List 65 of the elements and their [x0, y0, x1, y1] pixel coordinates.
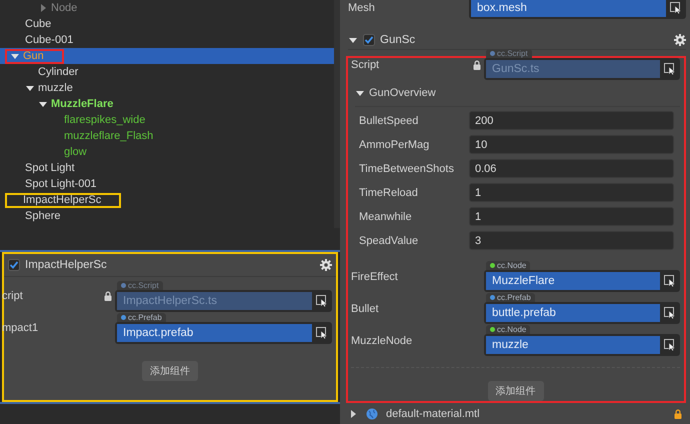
enabled-checkbox[interactable]: [363, 34, 375, 46]
settings-icon[interactable]: [320, 259, 332, 271]
component-title: ImpactHelperSc: [25, 259, 108, 271]
enabled-checkbox[interactable]: [8, 259, 20, 271]
type-tag: cc.Node: [486, 261, 530, 270]
pick-target-icon[interactable]: [664, 339, 676, 352]
property-label: TimeBetweenShots: [359, 162, 455, 175]
property-label: FireEffect: [351, 270, 399, 283]
pick-target-icon[interactable]: [664, 307, 676, 320]
tree-item[interactable]: Cube: [24, 18, 52, 30]
object-field[interactable]: Impact.prefab: [117, 324, 312, 342]
tree-item[interactable]: Node: [50, 2, 78, 14]
object-field[interactable]: box.mesh: [471, 0, 666, 17]
tree-item[interactable]: Cylinder: [37, 66, 78, 78]
tree-item[interactable]: MuzzleFlare: [50, 98, 114, 110]
component-title: GunSc: [380, 34, 416, 46]
tree-item[interactable]: glow: [63, 146, 87, 158]
lock-icon: [102, 290, 114, 302]
object-field[interactable]: MuzzleFlare: [486, 272, 660, 290]
lock-icon: [470, 58, 482, 71]
number-field[interactable]: 1: [469, 183, 674, 202]
property-label: TimeReload: [359, 186, 419, 199]
pick-target-icon[interactable]: [664, 275, 676, 288]
globe-icon: [366, 408, 378, 420]
settings-icon[interactable]: [674, 34, 686, 46]
expand-arrow-icon[interactable]: [25, 83, 35, 93]
object-field[interactable]: buttle.prefab: [486, 304, 660, 322]
collapse-arrow-icon[interactable]: [38, 3, 48, 13]
property-label: BulletSpeed: [359, 114, 420, 127]
collapse-arrow-icon[interactable]: [348, 409, 358, 420]
type-tag: cc.Node: [486, 325, 530, 334]
add-component-button[interactable]: 添加组件: [488, 380, 544, 401]
property-label: Mesh: [348, 2, 376, 14]
add-component-button[interactable]: 添加组件: [142, 361, 198, 381]
tree-item[interactable]: ImpactHelperSc: [22, 194, 102, 206]
number-field[interactable]: 3: [469, 231, 674, 250]
tree-item[interactable]: muzzle: [37, 82, 73, 94]
type-tag: cc.Prefab: [117, 312, 166, 322]
pick-target-icon[interactable]: [670, 2, 682, 14]
tree-item[interactable]: flarespikes_wide: [63, 114, 146, 126]
tree-item[interactable]: Cube-001: [24, 34, 74, 46]
tree-item[interactable]: Spot Light: [24, 162, 75, 174]
asset-name[interactable]: default-material.mtl: [386, 408, 664, 420]
type-tag: cc.Prefab: [486, 293, 535, 302]
tree-item[interactable]: muzzleflare_Flash: [63, 130, 154, 142]
type-tag: cc.Script: [486, 49, 532, 58]
tree-item[interactable]: Sphere: [24, 210, 60, 222]
expand-arrow-icon[interactable]: [38, 99, 48, 109]
number-field[interactable]: 0.06: [469, 159, 674, 178]
property-label: SpeadValue: [359, 234, 420, 247]
pick-target-icon[interactable]: [664, 63, 676, 76]
number-field[interactable]: 1: [469, 207, 674, 226]
property-label: Meanwhile: [359, 210, 413, 223]
number-field[interactable]: 10: [469, 135, 674, 154]
type-tag: cc.Script: [117, 280, 163, 290]
property-label: Bullet: [351, 302, 380, 315]
tree-item[interactable]: Spot Light-001: [24, 178, 97, 190]
property-label: Script: [351, 58, 380, 71]
pick-target-icon[interactable]: [316, 294, 328, 306]
object-field[interactable]: muzzle: [486, 336, 660, 354]
group-title: GunOverview: [369, 86, 436, 99]
property-label: AmmoPerMag: [359, 138, 430, 151]
pick-target-icon[interactable]: [316, 326, 328, 338]
property-label: MuzzleNode: [351, 334, 414, 347]
number-field[interactable]: 200: [469, 111, 674, 130]
